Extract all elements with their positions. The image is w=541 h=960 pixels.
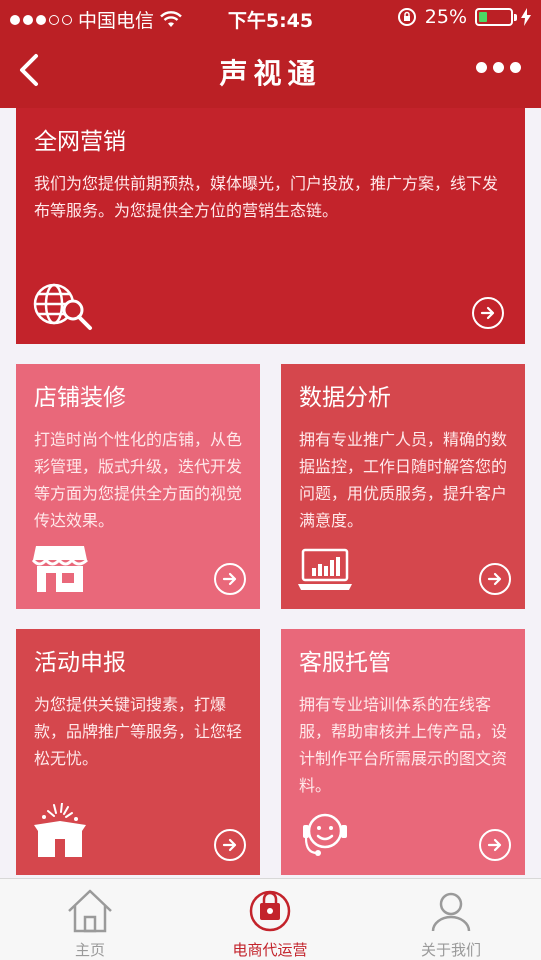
service-card-store-design[interactable]: 店铺装修 打造时尚个性化的店铺，从色彩管理，版式升级，迭代开发等方面为您提供全方… (16, 364, 260, 609)
service-card-data-analysis[interactable]: 数据分析 拥有专业推广人员，精确的数据监控，工作日随时解答您的问题，用优质服务，… (281, 364, 525, 609)
service-card-marketing[interactable]: 全网营销 我们为您提供前期预热，媒体曝光，门户投放，推广方案，线下发布等服务。为… (16, 108, 525, 344)
tab-ecommerce-operation[interactable]: 电商代运营 (180, 879, 360, 960)
gift-box-icon (34, 803, 86, 857)
charging-bolt-icon (521, 8, 531, 26)
card-description: 为您提供关键词搜素，打爆款，品牌推广等服务，让您轻松无忧。 (34, 695, 243, 768)
card-arrow-button[interactable] (214, 829, 246, 861)
arrow-right-icon (487, 838, 502, 852)
card-arrow-button[interactable] (472, 297, 504, 329)
about-icon (431, 892, 471, 932)
card-description: 我们为您提供前期预热，媒体曝光，门户投放，推广方案，线下发布等服务。为您提供全方… (34, 174, 499, 220)
tab-label: 关于我们 (420, 941, 481, 959)
battery-percent: 25% (424, 6, 467, 28)
card-title: 客服托管 (299, 650, 391, 676)
more-dot (476, 62, 487, 73)
service-card-event-application[interactable]: 活动申报 为您提供关键词搜素，打爆款，品牌推广等服务，让您轻松无忧。 (16, 629, 260, 875)
more-dot (493, 62, 504, 73)
top-bar: 中国电信 下午5:45 25% 声视通 (0, 0, 541, 108)
card-arrow-button[interactable] (479, 563, 511, 595)
globe-search-icon (33, 283, 92, 330)
card-title: 全网营销 (34, 129, 126, 155)
tab-label: 主页 (74, 941, 105, 959)
home-icon (68, 889, 112, 933)
card-description: 拥有专业培训体系的在线客服，帮助审核并上传产品，设计制作平台所需展示的图文资料。 (299, 695, 508, 795)
more-button[interactable] (476, 62, 521, 73)
tab-label: 电商代运营 (232, 941, 308, 959)
laptop-chart-icon (298, 548, 352, 590)
arrow-right-icon (480, 306, 495, 320)
storefront-icon (32, 546, 88, 592)
card-description: 拥有专业推广人员，精确的数据监控，工作日随时解答您的问题，用优质服务，提升客户满… (299, 430, 508, 530)
status-right: 25% (397, 6, 531, 28)
tab-about-us[interactable]: 关于我们 (361, 879, 541, 960)
more-dot (510, 62, 521, 73)
card-arrow-button[interactable] (214, 563, 246, 595)
card-description: 打造时尚个性化的店铺，从色彩管理，版式升级，迭代开发等方面为您提供全方面的视觉传… (34, 430, 243, 530)
arrow-right-icon (222, 572, 237, 586)
battery-icon (475, 8, 517, 26)
arrow-right-icon (487, 572, 502, 586)
headset-agent-icon (303, 813, 347, 856)
status-bar: 中国电信 下午5:45 25% (0, 0, 541, 34)
orientation-lock-icon (397, 8, 416, 26)
card-arrow-button[interactable] (479, 829, 511, 861)
arrow-right-icon (222, 838, 237, 852)
nav-header: 声视通 (0, 34, 541, 108)
shop-service-icon (249, 890, 291, 932)
tab-home[interactable]: 主页 (0, 879, 180, 960)
page-title: 声视通 (219, 57, 322, 90)
card-title: 店铺装修 (34, 385, 126, 411)
tab-bar: 主页 电商代运营 关于我们 (0, 878, 541, 960)
service-card-customer-service[interactable]: 客服托管 拥有专业培训体系的在线客服，帮助审核并上传产品，设计制作平台所需展示的… (281, 629, 525, 875)
card-title: 数据分析 (299, 385, 391, 411)
card-title: 活动申报 (34, 650, 126, 676)
